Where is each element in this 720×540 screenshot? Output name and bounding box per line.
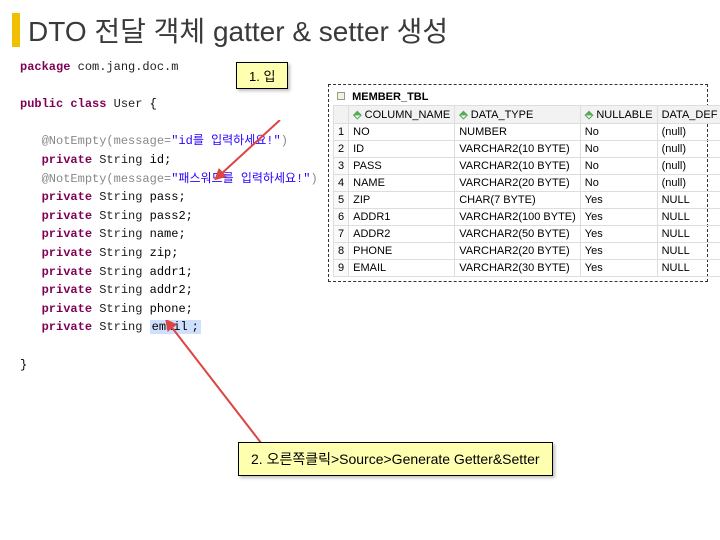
cell-default: (null) xyxy=(657,175,720,192)
table-row: 6ADDR1VARCHAR2(100 BYTE)YesNULL xyxy=(334,209,720,226)
row-number: 8 xyxy=(334,243,349,260)
cell-column-name: EMAIL xyxy=(349,260,455,277)
db-table-name: MEMBER_TBL xyxy=(333,89,703,105)
cell-data-type: VARCHAR2(10 BYTE) xyxy=(455,158,581,175)
cell-column-name: PASS xyxy=(349,158,455,175)
row-number: 9 xyxy=(334,260,349,277)
db-columns-table: ⬘ COLUMN_NAME ⬘ DATA_TYPE ⬘ NULLABLE DAT… xyxy=(333,105,720,277)
cell-data-type: VARCHAR2(20 BYTE) xyxy=(455,243,581,260)
title-accent xyxy=(12,13,20,47)
cell-nullable: Yes xyxy=(580,192,657,209)
arrow-step2 xyxy=(165,320,285,450)
cell-column-name: ZIP xyxy=(349,192,455,209)
cell-data-type: VARCHAR2(100 BYTE) xyxy=(455,209,581,226)
cell-nullable: Yes xyxy=(580,226,657,243)
cell-data-type: NUMBER xyxy=(455,124,581,141)
table-row: 9EMAILVARCHAR2(30 BYTE)YesNULL xyxy=(334,260,720,277)
table-icon xyxy=(337,92,345,100)
col-data-type: ⬘ DATA_TYPE xyxy=(455,106,581,124)
code-field-pass: private String pass; xyxy=(20,188,320,207)
col-data-default: DATA_DEF xyxy=(657,106,720,124)
code-field-addr2: private String addr2; xyxy=(20,281,320,300)
cell-data-type: CHAR(7 BYTE) xyxy=(455,192,581,209)
code-field-zip: private String zip; xyxy=(20,244,320,263)
cell-nullable: No xyxy=(580,175,657,192)
cell-column-name: ADDR2 xyxy=(349,226,455,243)
arrow-step1 xyxy=(210,120,330,180)
table-header-row: ⬘ COLUMN_NAME ⬘ DATA_TYPE ⬘ NULLABLE DAT… xyxy=(334,106,720,124)
row-number-header xyxy=(334,106,349,124)
row-number: 3 xyxy=(334,158,349,175)
cell-default: NULL xyxy=(657,243,720,260)
col-column-name: ⬘ COLUMN_NAME xyxy=(349,106,455,124)
row-number: 7 xyxy=(334,226,349,243)
code-field-pass2: private String pass2; xyxy=(20,207,320,226)
cell-nullable: Yes xyxy=(580,260,657,277)
slide-title-bar: DTO 전달 객체 gatter & setter 생성 xyxy=(12,10,448,50)
cell-nullable: No xyxy=(580,124,657,141)
cell-nullable: Yes xyxy=(580,209,657,226)
row-number: 1 xyxy=(334,124,349,141)
cell-data-type: VARCHAR2(30 BYTE) xyxy=(455,260,581,277)
cell-default: NULL xyxy=(657,192,720,209)
cell-default: (null) xyxy=(657,158,720,175)
code-line-class: public class User { xyxy=(20,95,320,114)
cell-default: (null) xyxy=(657,124,720,141)
cell-default: NULL xyxy=(657,260,720,277)
callout-step2: 2. 오른쪽클릭>Source>Generate Getter&Setter xyxy=(238,442,553,476)
callout-step1: 1. 입 xyxy=(236,62,288,89)
cell-data-type: VARCHAR2(20 BYTE) xyxy=(455,175,581,192)
cell-data-type: VARCHAR2(50 BYTE) xyxy=(455,226,581,243)
db-schema-panel: MEMBER_TBL ⬘ COLUMN_NAME ⬘ DATA_TYPE ⬘ N… xyxy=(328,84,708,282)
column-icon: ⬘ xyxy=(459,109,467,121)
cell-nullable: Yes xyxy=(580,243,657,260)
cell-default: NULL xyxy=(657,226,720,243)
cell-data-type: VARCHAR2(10 BYTE) xyxy=(455,141,581,158)
cell-default: NULL xyxy=(657,209,720,226)
table-row: 5ZIPCHAR(7 BYTE)YesNULL xyxy=(334,192,720,209)
column-icon: ⬘ xyxy=(585,109,593,121)
row-number: 6 xyxy=(334,209,349,226)
row-number: 5 xyxy=(334,192,349,209)
cell-column-name: ADDR1 xyxy=(349,209,455,226)
table-row: 3PASSVARCHAR2(10 BYTE)No(null) xyxy=(334,158,720,175)
cell-column-name: NO xyxy=(349,124,455,141)
table-row: 7ADDR2VARCHAR2(50 BYTE)YesNULL xyxy=(334,226,720,243)
table-row: 2IDVARCHAR2(10 BYTE)No(null) xyxy=(334,141,720,158)
table-row: 8PHONEVARCHAR2(20 BYTE)YesNULL xyxy=(334,243,720,260)
slide-title: DTO 전달 객체 gatter & setter 생성 xyxy=(28,10,448,50)
col-nullable: ⬘ NULLABLE xyxy=(580,106,657,124)
cell-column-name: PHONE xyxy=(349,243,455,260)
table-row: 1NONUMBERNo(null) xyxy=(334,124,720,141)
cell-column-name: NAME xyxy=(349,175,455,192)
table-row: 4NAMEVARCHAR2(20 BYTE)No(null) xyxy=(334,175,720,192)
code-field-addr1: private String addr1; xyxy=(20,263,320,282)
row-number: 2 xyxy=(334,141,349,158)
pk-icon: ⬘ xyxy=(353,109,361,121)
cell-column-name: ID xyxy=(349,141,455,158)
callout-step1-text: 1. 입 xyxy=(249,69,275,84)
code-field-phone: private String phone; xyxy=(20,300,320,319)
cell-nullable: No xyxy=(580,158,657,175)
cell-nullable: No xyxy=(580,141,657,158)
cell-default: (null) xyxy=(657,141,720,158)
callout-step2-text: 2. 오른쪽클릭>Source>Generate Getter&Setter xyxy=(251,451,540,467)
code-field-name: private String name; xyxy=(20,225,320,244)
row-number: 4 xyxy=(334,175,349,192)
